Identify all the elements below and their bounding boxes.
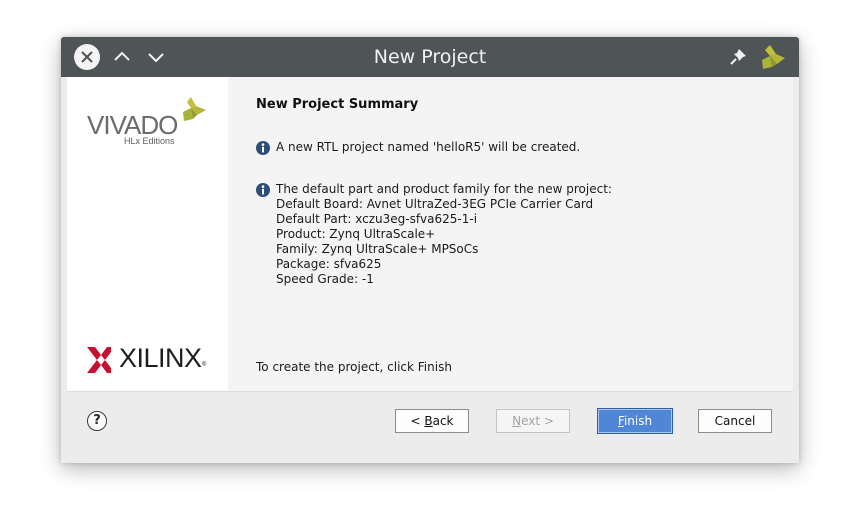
part-details-message: The default part and product family for … xyxy=(276,182,612,287)
part-details-line: Default Part: xczu3eg-sfva625-1-i xyxy=(276,212,478,226)
help-button[interactable]: ? xyxy=(87,411,107,431)
info-icon xyxy=(256,183,270,197)
window-title: New Project xyxy=(373,46,487,68)
pin-button[interactable] xyxy=(728,47,748,67)
info-icon xyxy=(256,141,270,155)
vivado-app-icon xyxy=(756,42,788,72)
part-details-line: Default Board: Avnet UltraZed-3EG PCIe C… xyxy=(276,197,594,211)
page-title: New Project Summary xyxy=(256,97,419,112)
back-label-prefix: < xyxy=(410,414,425,428)
part-details-line: Package: sfva625 xyxy=(276,257,382,271)
next-mnemonic: N xyxy=(512,414,522,428)
part-details-line: The default part and product family for … xyxy=(276,182,612,196)
next-button[interactable]: Next > xyxy=(496,409,570,433)
vivado-logo-mark xyxy=(183,97,206,121)
xilinx-registered-mark: ® xyxy=(202,362,207,368)
cancel-button[interactable]: Cancel xyxy=(698,409,772,433)
part-details-line: Speed Grade: -1 xyxy=(276,272,374,286)
summary-panel: New Project Summary A new RTL project na… xyxy=(228,77,793,391)
dialog-body: VIVADO HLx Editions XILINX ® New Project… xyxy=(67,77,793,463)
back-mnemonic: B xyxy=(424,414,433,428)
part-details-line: Product: Zynq UltraScale+ xyxy=(276,227,436,241)
part-details-line: Family: Zynq UltraScale+ MPSoCs xyxy=(276,242,479,256)
finish-hint: To create the project, click Finish xyxy=(256,360,452,374)
project-name-message: A new RTL project named 'helloR5' will b… xyxy=(276,140,581,154)
back-button[interactable]: < Back xyxy=(395,409,469,433)
xilinx-logo-mark xyxy=(87,347,111,373)
footer-divider xyxy=(67,391,793,392)
xilinx-logo-text: XILINX xyxy=(119,343,202,373)
branding-sidebar: VIVADO HLx Editions XILINX ® xyxy=(67,77,228,391)
new-project-dialog: New Project VIVADO HLx Editions XILINX ®… xyxy=(61,37,799,463)
next-label-rest: ext > xyxy=(521,414,554,428)
window-titlebar[interactable]: New Project xyxy=(61,37,799,77)
vivado-edition-label: HLx Editions xyxy=(124,136,175,146)
pin-icon xyxy=(730,49,746,65)
finish-label-rest: inish xyxy=(623,414,653,428)
finish-button[interactable]: Finish xyxy=(597,408,673,434)
back-label-rest: ack xyxy=(432,414,454,428)
